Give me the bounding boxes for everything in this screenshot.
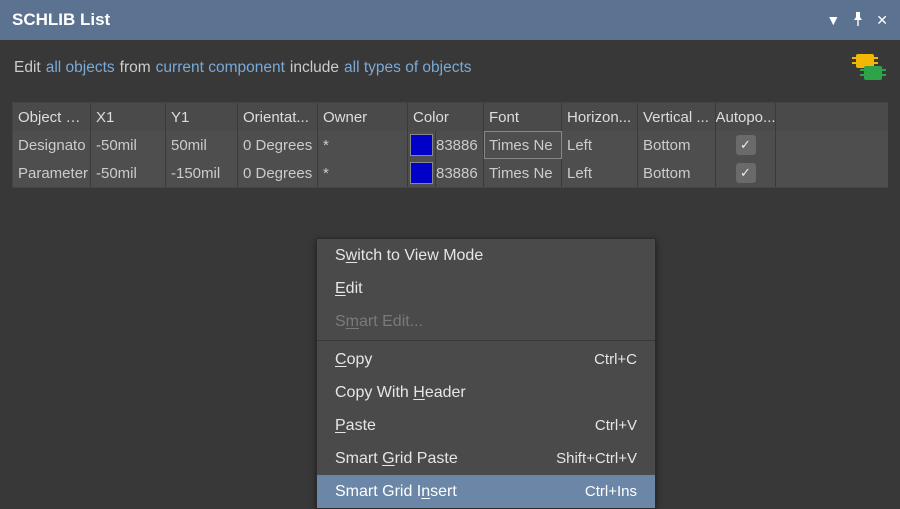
- col-object-kind[interactable]: Object …: [13, 103, 91, 131]
- menu-item-shortcut: Ctrl+C: [594, 351, 637, 368]
- menu-item-label: Copy With Header: [335, 384, 466, 402]
- col-y1[interactable]: Y1: [166, 103, 238, 131]
- col-owner[interactable]: Owner: [318, 103, 408, 131]
- menu-item[interactable]: Smart Grid Paste Shift+Ctrl+V: [317, 442, 655, 475]
- menu-item-label: Switch to View Mode: [335, 247, 483, 265]
- cell-autopos[interactable]: ✓: [716, 159, 776, 187]
- menu-item[interactable]: Edit: [317, 272, 655, 305]
- cell-y1[interactable]: 50mil: [166, 131, 238, 159]
- menu-item[interactable]: Copy Ctrl+C: [317, 343, 655, 376]
- cell-object-kind[interactable]: Designato: [13, 131, 91, 159]
- cell-font[interactable]: Times Ne: [484, 131, 562, 159]
- dropdown-icon[interactable]: ▼: [826, 12, 840, 28]
- pin-icon[interactable]: [852, 12, 864, 29]
- col-autopos[interactable]: Autopo...: [716, 103, 776, 131]
- menu-item-shortcut: Ctrl+Ins: [585, 483, 637, 500]
- cell-color-value[interactable]: 83886: [436, 159, 484, 187]
- context-menu: Switch to View Mode Edit Smart Edit... Copy…: [316, 238, 656, 509]
- data-grid: Object … X1 Y1 Orientat... Owner Color F…: [12, 102, 888, 188]
- menu-item-label: Copy: [335, 351, 372, 369]
- component-icon[interactable]: [852, 52, 886, 84]
- filter-include-label: include: [290, 59, 339, 77]
- menu-item[interactable]: Smart Grid Insert Ctrl+Ins: [317, 475, 655, 508]
- cell-vjust[interactable]: Bottom: [638, 131, 716, 159]
- cell-orientation[interactable]: 0 Degrees: [238, 131, 318, 159]
- grid-header: Object … X1 Y1 Orientat... Owner Color F…: [13, 103, 888, 131]
- menu-item-label: Smart Grid Insert: [335, 483, 457, 501]
- titlebar-controls: ▼ ✕: [826, 12, 888, 29]
- menu-item[interactable]: Copy With Header: [317, 376, 655, 409]
- col-orientation[interactable]: Orientat...: [238, 103, 318, 131]
- menu-item: Smart Edit...: [317, 305, 655, 338]
- cell-orientation[interactable]: 0 Degrees: [238, 159, 318, 187]
- cell-owner[interactable]: *: [318, 159, 408, 187]
- titlebar: SCHLIB List ▼ ✕: [0, 0, 900, 40]
- cell-color-swatch[interactable]: [408, 159, 436, 187]
- col-vjust[interactable]: Vertical ...: [638, 103, 716, 131]
- cell-color-value[interactable]: 83886: [436, 131, 484, 159]
- menu-item[interactable]: Switch to View Mode: [317, 239, 655, 272]
- table-row[interactable]: Designato-50mil50mil0 Degrees* 83886Times…: [13, 131, 888, 159]
- menu-separator: [317, 340, 655, 341]
- filter-scope-link[interactable]: all objects: [46, 59, 115, 77]
- cell-owner[interactable]: *: [318, 131, 408, 159]
- cell-x1[interactable]: -50mil: [91, 159, 166, 187]
- menu-item[interactable]: Paste Ctrl+V: [317, 409, 655, 442]
- menu-item-shortcut: Shift+Ctrl+V: [556, 450, 637, 467]
- cell-object-kind[interactable]: Parameter: [13, 159, 91, 187]
- cell-font[interactable]: Times Ne: [484, 159, 562, 187]
- filter-from-label: from: [120, 59, 151, 77]
- filter-bar: Edit all objects from current component …: [0, 40, 900, 94]
- menu-item-label: Smart Grid Paste: [335, 450, 458, 468]
- menu-item-label: Edit: [335, 280, 363, 298]
- cell-y1[interactable]: -150mil: [166, 159, 238, 187]
- cell-vjust[interactable]: Bottom: [638, 159, 716, 187]
- cell-hjust[interactable]: Left: [562, 131, 638, 159]
- menu-item-shortcut: Ctrl+V: [595, 417, 637, 434]
- cell-color-swatch[interactable]: [408, 131, 436, 159]
- checkbox-icon[interactable]: ✓: [736, 163, 756, 183]
- menu-item-label: Paste: [335, 417, 376, 435]
- cell-autopos[interactable]: ✓: [716, 131, 776, 159]
- checkbox-icon[interactable]: ✓: [736, 135, 756, 155]
- col-font[interactable]: Font: [484, 103, 562, 131]
- cell-hjust[interactable]: Left: [562, 159, 638, 187]
- table-row[interactable]: Parameter-50mil-150mil0 Degrees* 83886Tim…: [13, 159, 888, 187]
- filter-types-link[interactable]: all types of objects: [344, 59, 472, 77]
- close-icon[interactable]: ✕: [876, 12, 888, 29]
- panel-title: SCHLIB List: [12, 10, 110, 30]
- col-x1[interactable]: X1: [91, 103, 166, 131]
- col-color[interactable]: Color: [408, 103, 484, 131]
- menu-item-label: Smart Edit...: [335, 313, 423, 331]
- cell-x1[interactable]: -50mil: [91, 131, 166, 159]
- filter-source-link[interactable]: current component: [156, 59, 285, 77]
- filter-edit-label: Edit: [14, 59, 41, 77]
- col-hjust[interactable]: Horizon...: [562, 103, 638, 131]
